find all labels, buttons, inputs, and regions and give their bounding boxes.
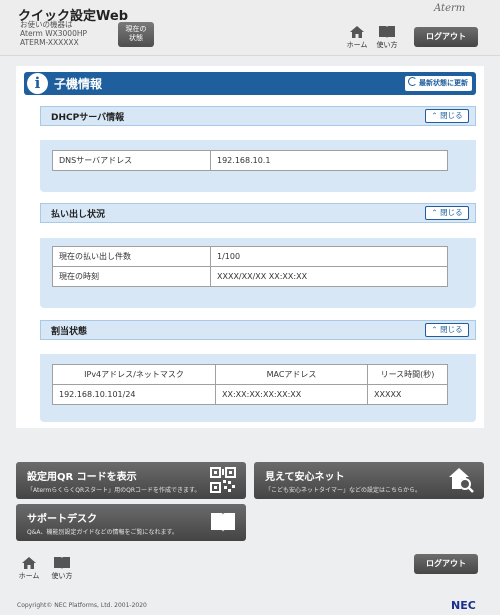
dhcp-table: DNSサーバアドレス 192.168.10.1 xyxy=(52,150,448,171)
lease-table: 現在の払い出し件数 1/100 現在の時刻 XXXX/XX/XX XX:XX:X… xyxy=(52,246,448,287)
safety-tile-title: 見えて安心ネット xyxy=(265,472,345,483)
refresh-icon xyxy=(408,77,417,86)
dhcp-section-title: DHCPサーバ情報 xyxy=(51,113,125,123)
home-icon xyxy=(22,557,36,569)
copyright: Copyright© NEC Platforms, Ltd. 2001-2020 xyxy=(17,602,147,609)
footer-usage-label: 使い方 xyxy=(51,572,73,580)
assignment-close-label: 閉じる xyxy=(440,325,463,334)
dhcp-section-body: DNSサーバアドレス 192.168.10.1 xyxy=(40,140,476,192)
dns-label: DNSサーバアドレス xyxy=(52,150,211,171)
table-row: DNSサーバアドレス 192.168.10.1 xyxy=(52,150,448,171)
table-row: 192.168.10.101/24 XX:XX:XX:XX:XX:XX XXXX… xyxy=(52,384,448,405)
mac-cell: XX:XX:XX:XX:XX:XX xyxy=(215,384,368,405)
qr-tile-desc: 「AtermらくらくQRスタート」用のQRコードを作成できます。 xyxy=(27,487,201,494)
logout-button[interactable]: ログアウト xyxy=(414,27,478,47)
home-link[interactable]: ホーム xyxy=(345,25,369,50)
lease-count-value: 1/100 xyxy=(210,246,448,267)
assignment-section-title: 割当状態 xyxy=(51,327,88,337)
header: クイック設定Web お使いの機器は Aterm WX3000HP ATERM-X… xyxy=(0,0,500,56)
brand-logo: Aterm xyxy=(434,3,466,14)
footer-usage-link[interactable]: 使い方 xyxy=(50,556,74,581)
dhcp-close-label: 閉じる xyxy=(440,111,463,120)
info-icon: i xyxy=(27,73,48,94)
current-time-value: XXXX/XX/XX XX:XX:XX xyxy=(210,266,448,287)
support-desk-tile[interactable]: サポートデスク Q&A、機能別設定ガイドなどの情報をご覧になれます。 xyxy=(16,504,246,541)
page-title-bar: i 子機情報 最新状態に更新 xyxy=(24,72,476,95)
main-panel: i 子機情報 最新状態に更新 DHCPサーバ情報 ⌃ 閉じる DNSサーバアドレ… xyxy=(16,66,484,428)
status-button-line2: 状態 xyxy=(129,34,143,42)
lease-close-label: 閉じる xyxy=(440,208,463,217)
device-label: お使いの機器は xyxy=(20,20,73,29)
column-header-mac: MACアドレス xyxy=(215,364,368,385)
lease-count-label: 現在の払い出し件数 xyxy=(52,246,211,267)
assignment-section-header: 割当状態 ⌃ 閉じる xyxy=(40,320,476,340)
support-tile-title: サポートデスク xyxy=(27,514,97,525)
refresh-button[interactable]: 最新状態に更新 xyxy=(405,76,472,91)
dns-value: 192.168.10.1 xyxy=(210,150,448,171)
assignment-close-button[interactable]: ⌃ 閉じる xyxy=(425,323,469,337)
qr-code-tile[interactable]: 設定用QR コードを表示 「AtermらくらくQRスタート」用のQRコードを作成… xyxy=(16,462,246,499)
assignment-table: IPv4アドレス/ネットマスク MACアドレス リース時間(秒) 192.168… xyxy=(52,364,448,405)
safety-tile-desc: 「こども安心ネットタイマー」などの設定はこちらから。 xyxy=(265,487,422,494)
current-time-label: 現在の時刻 xyxy=(52,266,211,287)
assignment-section-body: IPv4アドレス/ネットマスク MACアドレス リース時間(秒) 192.168… xyxy=(40,354,476,422)
qr-tile-title: 設定用QR コードを表示 xyxy=(27,472,137,483)
lease-section-title: 払い出し状況 xyxy=(51,210,106,220)
lease-section-header: 払い出し状況 ⌃ 閉じる xyxy=(40,203,476,223)
status-button-line1: 現在の xyxy=(125,25,147,33)
table-header-row: IPv4アドレス/ネットマスク MACアドレス リース時間(秒) xyxy=(52,364,448,385)
lease-section-body: 現在の払い出し件数 1/100 現在の時刻 XXXX/XX/XX XX:XX:X… xyxy=(40,238,476,308)
nec-logo: NEC xyxy=(451,599,476,612)
qr-code-icon xyxy=(210,467,236,493)
device-name: ATERM-XXXXXX xyxy=(20,38,79,47)
home-label: ホーム xyxy=(346,41,368,49)
safety-net-tile[interactable]: 見えて安心ネット 「こども安心ネットタイマー」などの設定はこちらから。 xyxy=(254,462,484,499)
table-row: 現在の時刻 XXXX/XX/XX XX:XX:XX xyxy=(52,266,448,287)
device-model: Aterm WX3000HP xyxy=(20,29,87,38)
book-icon xyxy=(379,26,395,38)
refresh-label: 最新状態に更新 xyxy=(419,79,468,87)
footer-home-link[interactable]: ホーム xyxy=(17,556,41,581)
dhcp-close-button[interactable]: ⌃ 閉じる xyxy=(425,109,469,123)
lease-close-button[interactable]: ⌃ 閉じる xyxy=(425,206,469,220)
device-info: お使いの機器は Aterm WX3000HP ATERM-XXXXXX xyxy=(20,20,87,47)
house-search-icon xyxy=(449,468,474,493)
lease-time-cell: XXXXX xyxy=(367,384,448,405)
footer-logout-button[interactable]: ログアウト xyxy=(414,554,478,574)
home-icon xyxy=(350,26,364,38)
book-icon xyxy=(54,557,70,569)
ip-cell: 192.168.10.101/24 xyxy=(52,384,216,405)
footer-home-label: ホーム xyxy=(18,572,40,580)
support-tile-desc: Q&A、機能別設定ガイドなどの情報をご覧になれます。 xyxy=(27,529,178,536)
page-title: 子機情報 xyxy=(54,77,103,91)
usage-link[interactable]: 使い方 xyxy=(375,25,399,50)
book-icon xyxy=(211,513,235,532)
table-row: 現在の払い出し件数 1/100 xyxy=(52,246,448,267)
column-header-lease-time: リース時間(秒) xyxy=(367,364,448,385)
usage-label: 使い方 xyxy=(376,41,398,49)
dhcp-section-header: DHCPサーバ情報 ⌃ 閉じる xyxy=(40,106,476,126)
column-header-ip: IPv4アドレス/ネットマスク xyxy=(52,364,216,385)
current-status-button[interactable]: 現在の 状態 xyxy=(118,22,154,47)
